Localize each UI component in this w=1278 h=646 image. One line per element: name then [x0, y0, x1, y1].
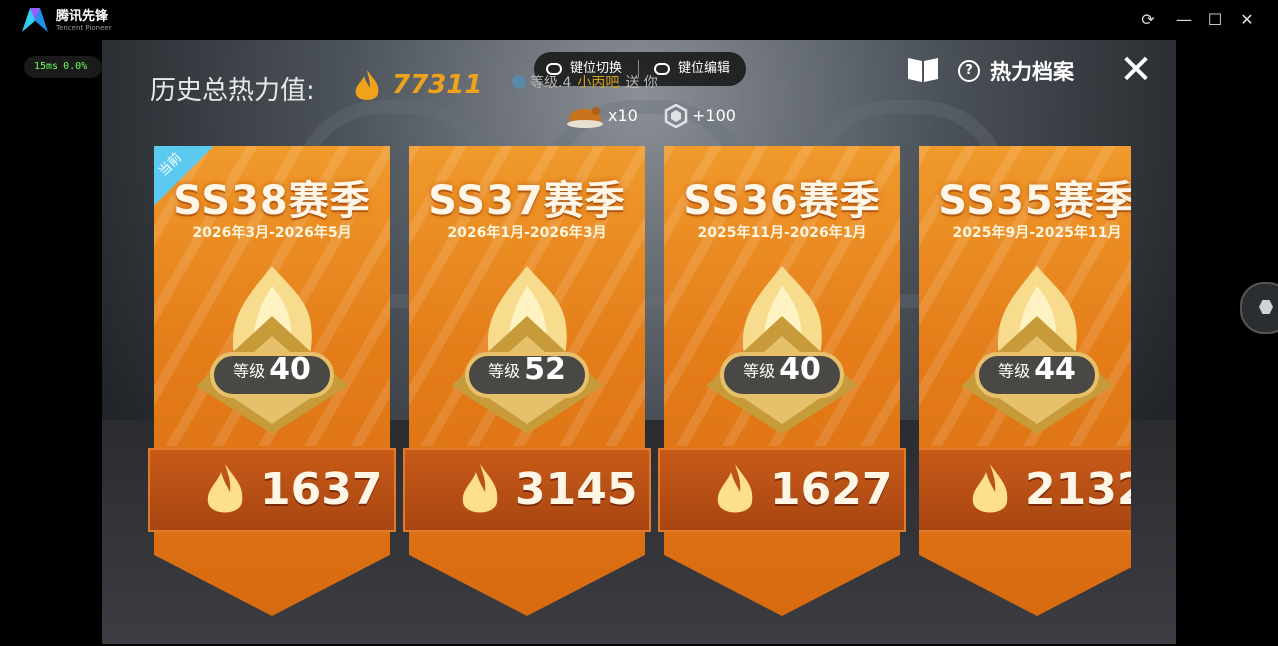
game-view: 历史总热力值: 77311 键位切换 键位编辑 等级.4 小丙吧送 你 x10 +… — [102, 40, 1176, 644]
season-level: 等级 40 — [212, 352, 332, 390]
season-title: SS36赛季 — [683, 178, 881, 224]
history-heat-value: 77311 — [392, 70, 483, 100]
level-label: 等级 — [233, 361, 266, 381]
chat-user: 小丙吧 — [577, 75, 620, 91]
level-label: 等级 — [743, 361, 776, 381]
season-dates: 2025年9月-2025年11月 — [952, 225, 1122, 241]
season-dates: 2025年11月-2026年1月 — [697, 225, 867, 241]
minimize-icon[interactable]: — — [1174, 10, 1194, 30]
season-level: 等级 40 — [722, 352, 842, 390]
side-float-button[interactable] — [1240, 282, 1278, 334]
help-icon[interactable]: ? — [958, 60, 980, 82]
close-panel-button[interactable]: ✕ — [1116, 50, 1156, 90]
history-heat-label: 历史总热力值: — [150, 76, 315, 106]
heat-archive-title: 热力档案 — [990, 60, 1074, 84]
gift-chicken-qty: x10 — [608, 106, 638, 125]
packet-loss-value: 0.0% — [63, 61, 88, 72]
season-level: 等级 44 — [977, 352, 1097, 390]
level-value: 44 — [1034, 352, 1076, 387]
key-edit-label: 键位编辑 — [678, 61, 731, 76]
app-logo-icon — [22, 8, 48, 32]
chat-text: 送 你 — [625, 75, 658, 91]
heat-level-badge-icon — [706, 266, 858, 434]
app-subtitle: Tencent Pioneer — [56, 24, 112, 32]
season-level: 等级 52 — [467, 352, 587, 390]
flame-icon — [717, 464, 753, 513]
app-name: 腾讯先锋 — [56, 9, 109, 24]
chat-message: 等级.4 小丙吧送 你 — [512, 72, 658, 92]
network-status: 15ms 0.0% — [24, 56, 103, 78]
hexagon-icon — [1259, 300, 1273, 314]
roast-chicken-icon — [567, 107, 603, 128]
level-value: 52 — [524, 352, 566, 387]
season-card[interactable]: 当前 SS38赛季 2026年3月-2026年5月 等级 40 1637 — [148, 146, 396, 616]
chat-level: 等级.4 — [530, 75, 572, 91]
level-label: 等级 — [998, 361, 1031, 381]
season-card[interactable]: SS37赛季 2026年1月-2026年3月 等级 52 3145 — [403, 146, 651, 616]
season-heat-value: 2132 — [1025, 464, 1131, 515]
season-title: SS35赛季 — [938, 178, 1131, 224]
season-heat-value: 1637 — [260, 464, 383, 515]
heat-level-badge-icon — [196, 266, 348, 434]
season-dates: 2026年1月-2026年3月 — [447, 225, 607, 241]
refresh-icon[interactable]: ⟳ — [1138, 10, 1158, 30]
key-edit-button[interactable]: 键位编辑 — [654, 52, 730, 86]
season-heat-value: 1627 — [770, 464, 893, 515]
book-icon[interactable] — [906, 54, 940, 84]
flame-icon — [972, 464, 1008, 513]
season-title: SS38赛季 — [173, 178, 371, 224]
maximize-icon[interactable]: ☐ — [1205, 10, 1225, 30]
globe-icon — [512, 75, 526, 89]
season-heat-value: 3145 — [515, 464, 638, 515]
title-bar: 腾讯先锋 Tencent Pioneer ⟳ — ☐ ✕ — [0, 0, 1278, 40]
close-icon[interactable]: ✕ — [1237, 10, 1257, 30]
season-title: SS37赛季 — [428, 178, 626, 224]
level-value: 40 — [779, 352, 821, 387]
latency-value: 15ms — [34, 61, 59, 72]
season-dates: 2026年3月-2026年5月 — [192, 225, 352, 241]
gift-coin-qty: +100 — [692, 106, 736, 125]
flame-icon — [355, 70, 379, 100]
level-label: 等级 — [488, 361, 521, 381]
season-card[interactable]: SS36赛季 2025年11月-2026年1月 等级 40 1627 — [658, 146, 906, 616]
flame-icon — [462, 464, 498, 513]
heat-level-badge-icon — [451, 266, 603, 434]
hexagon-coin-icon — [664, 104, 688, 128]
flame-icon — [207, 464, 243, 513]
season-card[interactable]: SS35赛季 2025年9月-2025年11月 等级44 2132 — [919, 146, 1131, 616]
heat-level-badge-icon — [961, 266, 1113, 434]
level-value: 40 — [269, 352, 311, 387]
